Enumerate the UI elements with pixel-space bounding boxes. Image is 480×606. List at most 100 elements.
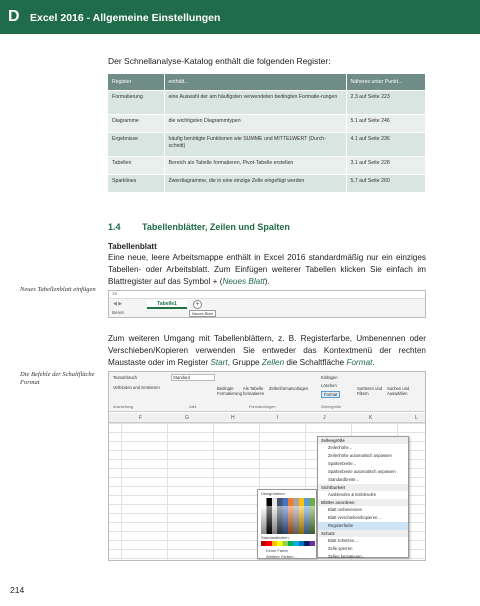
menu-item-hide-unhide[interactable]: Ausblenden & Einblenden xyxy=(318,491,408,499)
theme-colors-label: Designfarben xyxy=(261,491,285,496)
standard-color-swatches[interactable] xyxy=(261,541,315,546)
wrap-text-button[interactable]: Textumbruch xyxy=(113,375,137,380)
number-format-value: Standard xyxy=(173,375,190,380)
no-color-option[interactable]: Keine Farbe xyxy=(266,548,288,553)
subheading: Tabellenblatt xyxy=(108,242,157,251)
table-cell: 3.1 auf Seite 228 xyxy=(346,155,426,174)
table-cell: Formatierung xyxy=(108,89,165,114)
table-cell: Ergebnisse xyxy=(108,131,165,156)
sheet-nav-arrows-icon[interactable]: ◀ ▶ xyxy=(113,301,122,307)
format-as-table-button[interactable]: Als Tabelle formatieren xyxy=(243,386,265,396)
menu-section-header: Schutz xyxy=(318,530,408,537)
cells-link: Zellen xyxy=(261,358,285,367)
margin-note-new-sheet: Neues Tabellenblatt einfügen xyxy=(20,286,96,293)
paragraph-tail: ). xyxy=(264,277,270,286)
menu-item-column-width[interactable]: Spaltenbreite... xyxy=(318,460,408,468)
sheet-tab-screenshot: 15 ◀ ▶ Tabelle1 + Neues Blatt Bereit xyxy=(108,290,426,318)
new-sheet-plus-icon[interactable]: + xyxy=(193,300,202,309)
table-cell: Diagramme xyxy=(108,113,165,132)
menu-section-header: Zellengröße xyxy=(318,437,408,444)
menu-item-row-height[interactable]: Zeilenhöhe... xyxy=(318,444,408,452)
paragraph-new-sheet: Eine neue, leere Arbeitsmappe enthält in… xyxy=(108,252,426,288)
table-header-cell: Näheres unter Punkt... xyxy=(346,74,426,90)
table-cell: Bereich als Tabelle formatieren, Pivot-T… xyxy=(164,155,347,174)
menu-item-lock-cell[interactable]: Zelle sperren xyxy=(318,545,408,553)
column-letter[interactable]: G xyxy=(185,415,189,421)
register-table: Register enthält... Näheres unter Punkt.… xyxy=(108,74,426,192)
excel-format-screenshot: Textumbruch Verbinden und zentrieren Sta… xyxy=(108,371,426,561)
ribbon: Textumbruch Verbinden und zentrieren Sta… xyxy=(109,372,425,412)
row-number: 15 xyxy=(109,291,425,299)
menu-item-default-width[interactable]: Standardbreite... xyxy=(318,476,408,484)
format-button[interactable]: Format xyxy=(321,391,341,398)
color-palette: Designfarben Standardfarben Keine Farbe … xyxy=(257,489,317,559)
group-label: Zahl xyxy=(189,405,197,409)
group-label: Formatvorlagen xyxy=(249,405,276,409)
paragraph-tail: . xyxy=(372,358,375,367)
table-row: Sparklines Zwerdiagramme, die in eine ei… xyxy=(108,173,426,192)
format-link: Format xyxy=(346,358,373,367)
table-cell: 2.3 auf Seite 223 xyxy=(346,89,426,114)
start-link: Start xyxy=(210,358,228,367)
chapter-header: D Excel 2016 - Allgemeine Einstellungen xyxy=(0,0,480,34)
table-cell: eine Auswahl der am häufigsten verwendet… xyxy=(164,89,347,114)
menu-item-tab-color[interactable]: Registerfarbe xyxy=(318,522,408,530)
column-letter[interactable]: I xyxy=(277,415,278,421)
menu-item-format-cells[interactable]: Zellen formatieren... xyxy=(318,553,408,560)
table-row: Tabellen Bereich als Tabelle formatieren… xyxy=(108,155,426,174)
cell-styles-button[interactable]: Zellenformatvorlagen xyxy=(269,386,308,391)
more-colors-option[interactable]: Weitere Farben... xyxy=(266,554,297,559)
column-letter[interactable]: F xyxy=(139,415,142,421)
table-cell: häufig benötigte Funktionen wie SUMME un… xyxy=(164,131,347,156)
menu-item-move-copy-sheet[interactable]: Blatt verschieben/kopieren... xyxy=(318,514,408,522)
paragraph-sheet-handling: Zum weiteren Umgang mit Tabellenblättern… xyxy=(108,333,426,369)
menu-item-autofit-row[interactable]: Zeilenhöhe automatisch anpassen xyxy=(318,452,408,460)
table-cell: Tabellen xyxy=(108,155,165,174)
paragraph-text: die Schaltfläche xyxy=(284,358,347,367)
intro-text: Der Schnellanalyse-Katalog enthält die f… xyxy=(108,56,331,66)
chapter-letter: D xyxy=(8,8,20,25)
group-label: Ausrichtung xyxy=(113,405,134,409)
sheet-tab[interactable]: Tabelle1 xyxy=(147,300,187,309)
new-sheet-link: Neues Blatt xyxy=(222,277,265,286)
menu-section-header: Blätter anordnen xyxy=(318,499,408,506)
margin-note-format: Die Befehle der Schaltfläche Format xyxy=(20,371,95,386)
table-cell: 4.1 auf Seite 236 xyxy=(346,131,426,156)
paragraph-text: , Gruppe xyxy=(227,358,262,367)
table-cell: Zwerdiagramme, die in eine einzige Zelle… xyxy=(164,173,347,192)
group-label: Zellengröße xyxy=(321,405,342,409)
table-cell: 5.1 auf Seite 246 xyxy=(346,113,426,132)
status-text: Bereit xyxy=(112,310,124,315)
menu-item-protect-sheet[interactable]: Blatt schützen... xyxy=(318,537,408,545)
table-header-cell: enthält... xyxy=(164,74,347,90)
column-header-bar xyxy=(109,413,425,423)
sort-filter-button[interactable]: Sortieren und Filtern xyxy=(357,386,383,396)
menu-item-rename-sheet[interactable]: Blatt umbenennen xyxy=(318,506,408,514)
header-title: Excel 2016 - Allgemeine Einstellungen xyxy=(30,12,221,24)
find-select-button[interactable]: Suchen und Auswählen xyxy=(387,386,417,396)
table-header-row: Register enthält... Näheres unter Punkt.… xyxy=(108,74,426,90)
table-header-cell: Register xyxy=(108,74,165,90)
column-letter[interactable]: L xyxy=(415,415,418,421)
table-cell: die wichtigsten Diagrammtypen xyxy=(164,113,347,132)
menu-item-autofit-column[interactable]: Spaltenbreite automatisch anpassen xyxy=(318,468,408,476)
menu-section-header: Sichtbarkeit xyxy=(318,484,408,491)
column-letter[interactable]: K xyxy=(369,415,372,421)
delete-button[interactable]: Löschen xyxy=(321,383,337,388)
merge-center-button[interactable]: Verbinden und zentrieren xyxy=(113,385,160,390)
section-title: Tabellenblätter, Zeilen und Spalten xyxy=(142,222,290,232)
standard-colors-label: Standardfarben xyxy=(261,535,289,540)
conditional-format-button[interactable]: Bedingte Formatierung xyxy=(217,386,242,396)
table-row: Ergebnisse häufig benötigte Funktionen w… xyxy=(108,131,426,156)
page-number: 214 xyxy=(10,585,25,595)
tooltip: Neues Blatt xyxy=(189,310,216,317)
table-row: Formatierung eine Auswahl der am häufigs… xyxy=(108,89,426,114)
table-row: Diagramme die wichtigsten Diagrammtypen … xyxy=(108,113,426,132)
format-menu: Zellengröße Zeilenhöhe... Zeilenhöhe aut… xyxy=(317,436,409,560)
theme-color-shades xyxy=(261,506,315,534)
section-number: 1.4 xyxy=(108,222,121,232)
column-letter[interactable]: H xyxy=(231,415,235,421)
insert-button[interactable]: Einfügen xyxy=(321,375,338,380)
column-letter[interactable]: J xyxy=(323,415,326,421)
table-cell: 5.7 auf Seite 260 xyxy=(346,173,426,192)
